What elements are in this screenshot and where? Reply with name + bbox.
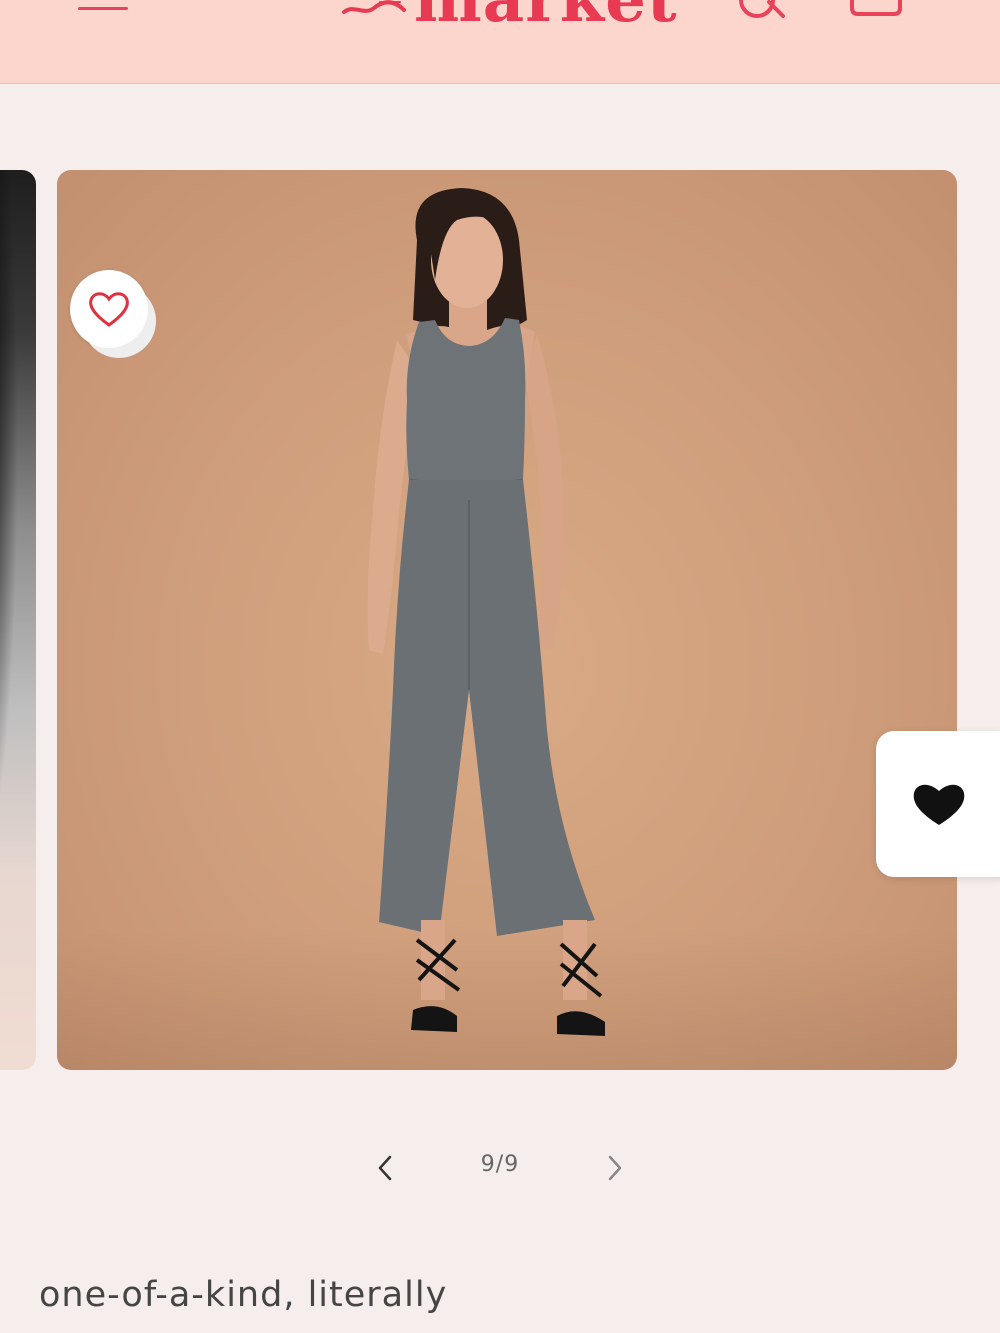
brand-name: market <box>414 0 678 38</box>
search-icon[interactable] <box>735 0 787 20</box>
saved-items-tab[interactable] <box>876 731 1000 877</box>
previous-slide-peek[interactable] <box>0 170 36 1070</box>
heart-filled-icon <box>913 784 965 825</box>
product-image-carousel[interactable] <box>0 83 1000 1143</box>
brand-logo[interactable]: market <box>340 0 677 42</box>
hamburger-menu-icon[interactable] <box>78 0 128 14</box>
logo-flourish-icon <box>342 0 406 14</box>
chevron-right-icon[interactable] <box>600 1154 628 1182</box>
carousel-pagination: 9/9 <box>360 1140 640 1196</box>
shopping-bag-icon[interactable] <box>848 0 904 20</box>
heart-outline-icon <box>89 292 129 327</box>
favorite-button[interactable] <box>70 270 148 348</box>
model-in-jumpsuit-illustration <box>367 188 605 1036</box>
chevron-left-icon[interactable] <box>372 1154 400 1182</box>
slide-counter: 9/9 <box>480 1152 520 1177</box>
product-image[interactable] <box>57 170 957 1070</box>
previous-slide-shading <box>0 170 36 1070</box>
tagline-heading: one-of-a-kind, literally <box>39 1275 448 1315</box>
site-header: market <box>0 0 1000 84</box>
